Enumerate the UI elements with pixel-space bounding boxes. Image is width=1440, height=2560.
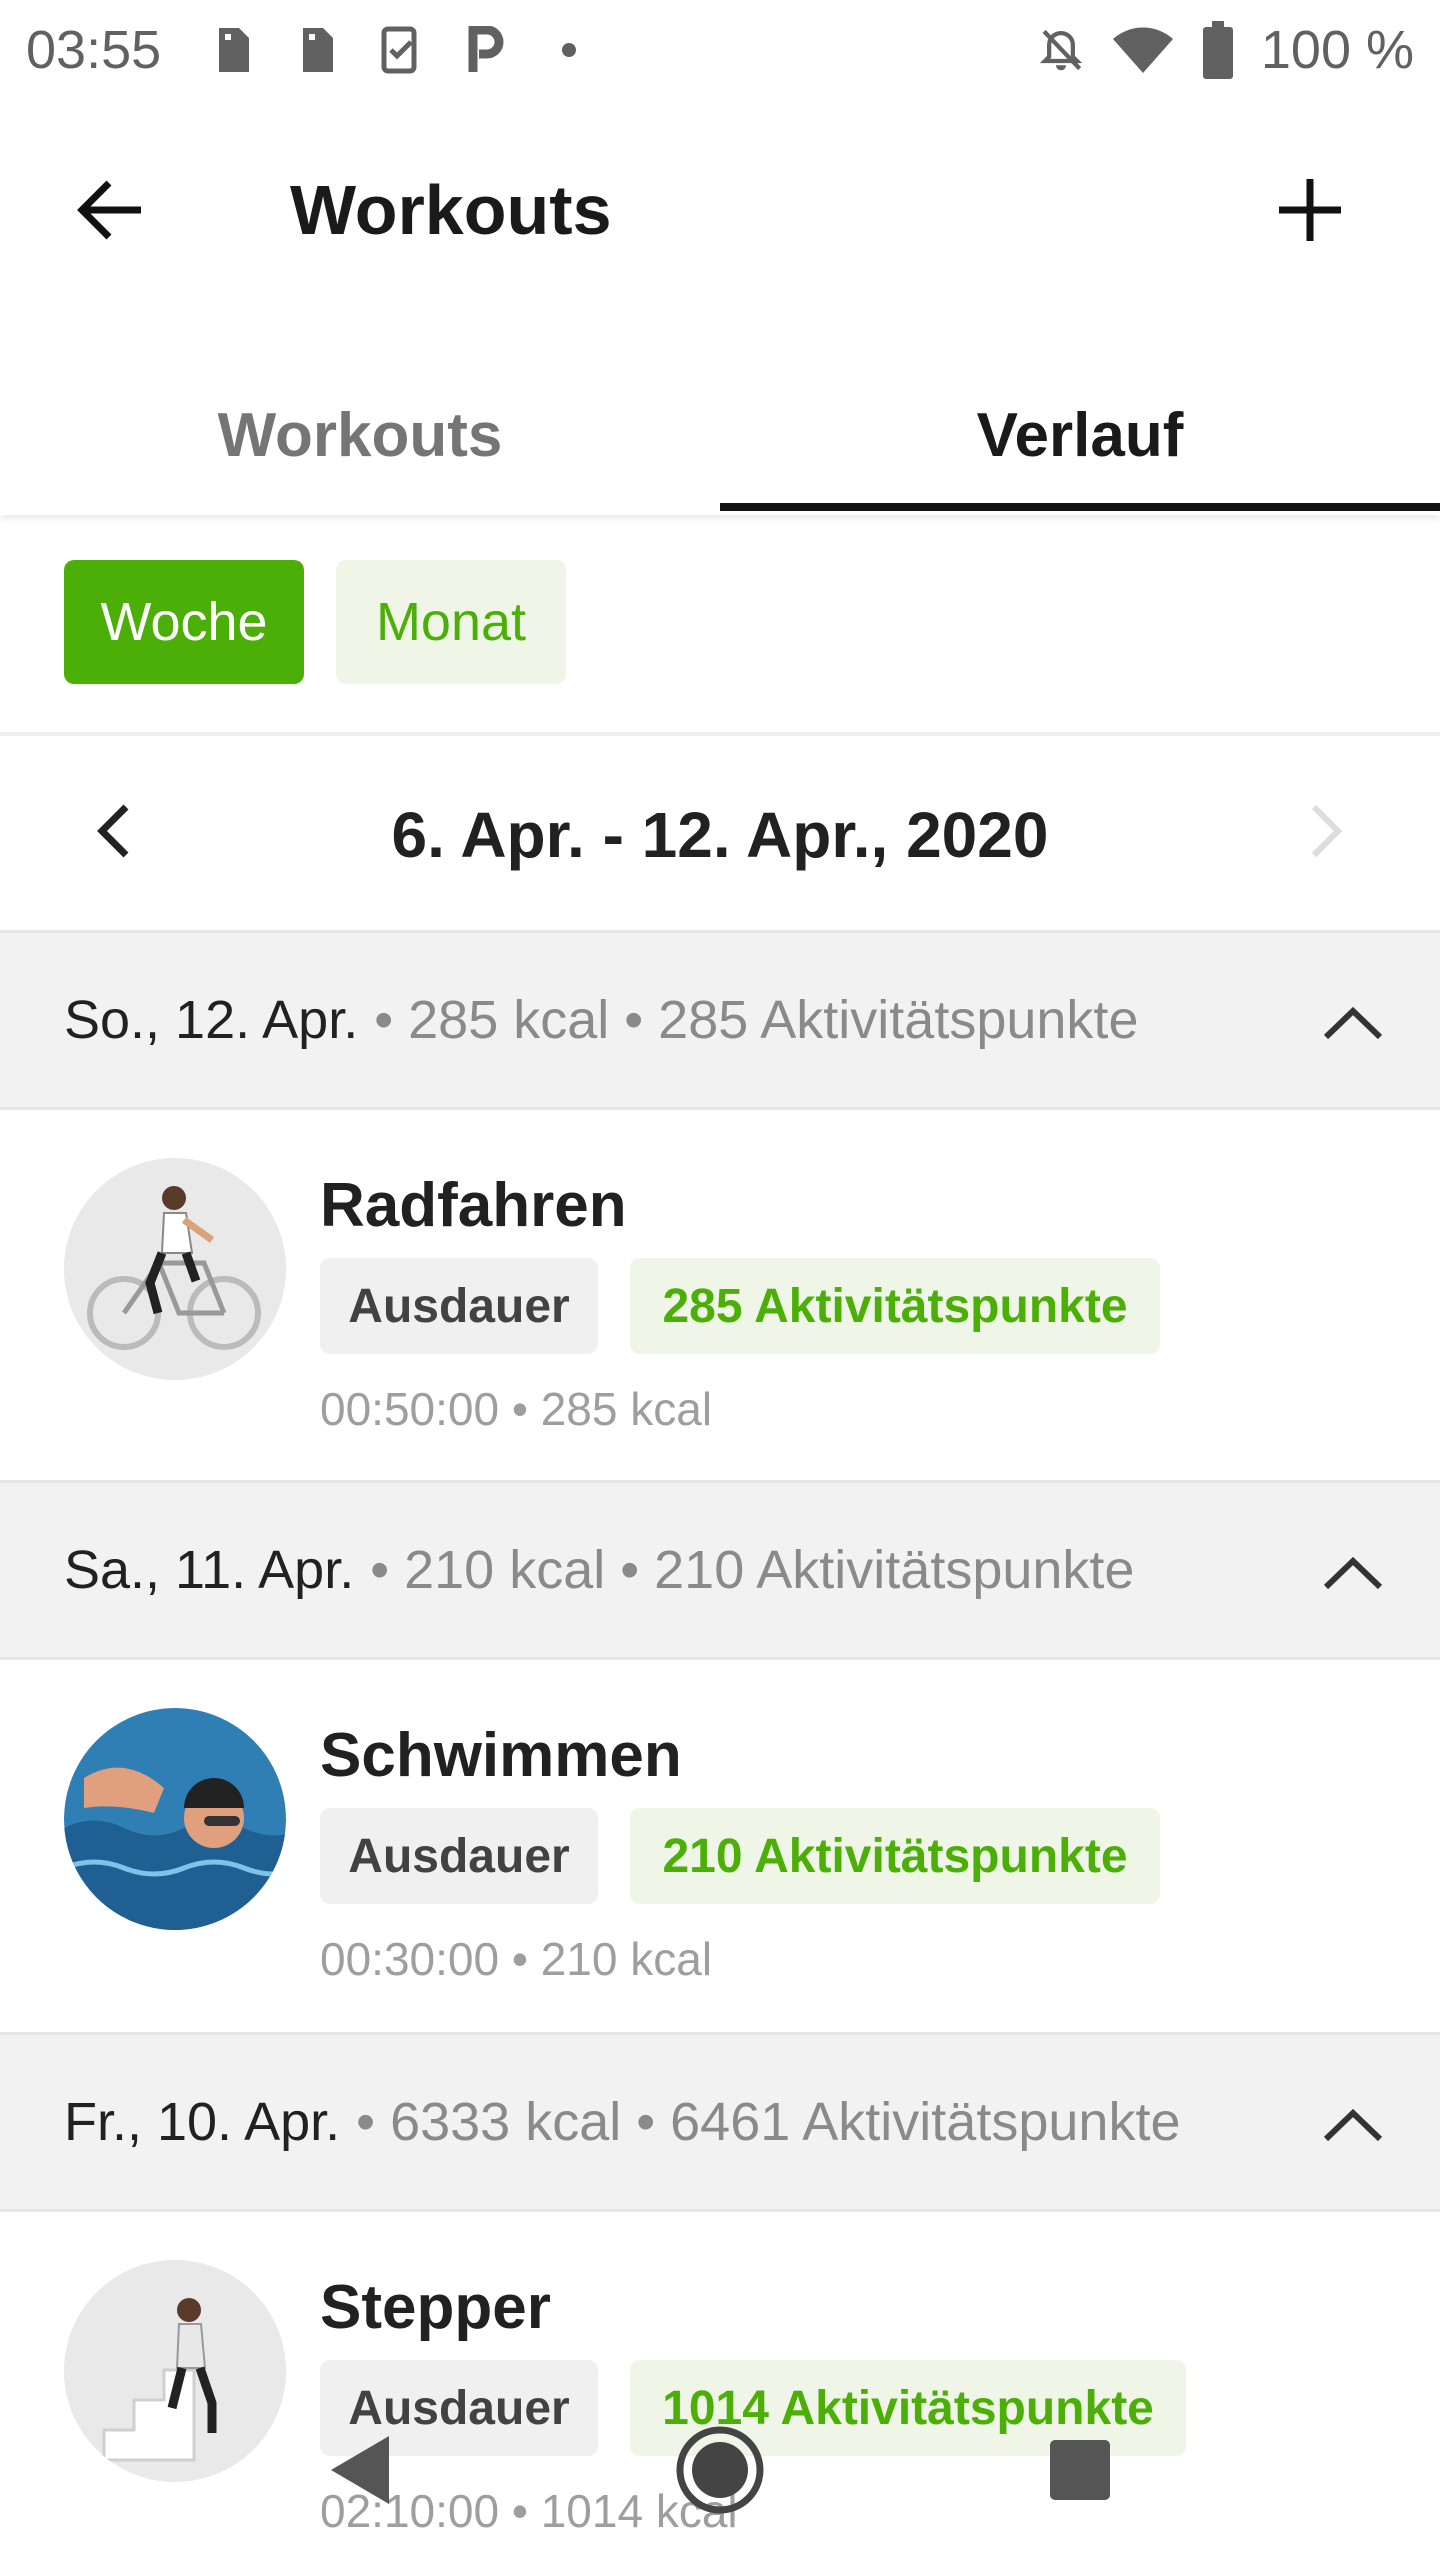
chevron-up-icon [1323,1006,1383,1040]
activity-points-tag: 210 Aktivitätspunkte [630,1808,1160,1904]
status-bar: 03:55 100 % [0,0,1440,100]
day-summary: • 6333 kcal • 6461 Aktivitätspunkte [356,2092,1181,2152]
workout-name: Radfahren [320,1171,627,1240]
status-icons-right: 100 % [1039,19,1414,81]
chevron-up-icon [1323,1556,1383,1590]
workout-name: Schwimmen [320,1721,682,1790]
workout-name: Stepper [320,2273,551,2342]
tab-verlauf[interactable]: Verlauf [720,360,1440,510]
tab-bar: Workouts Verlauf [0,360,1440,515]
next-week-button[interactable] [1280,786,1370,876]
filter-month-chip[interactable]: Monat [336,560,566,684]
day-date: Sa., 11. Apr. [64,1540,355,1600]
chevron-right-icon [1311,804,1343,858]
chevron-up-icon [1323,2108,1383,2142]
tab-workouts[interactable]: Workouts [0,360,720,510]
nav-back-button[interactable] [300,2410,420,2530]
nav-recents-button[interactable] [1020,2410,1140,2530]
plus-icon [1279,179,1341,241]
day-summary: • 210 kcal • 210 Aktivitätspunkte [370,1540,1135,1600]
tab-indicator [720,503,1440,511]
parking-icon [463,24,507,76]
period-filter: Woche Monat [0,560,1440,730]
sim-icon [295,24,339,76]
day-date: So., 12. Apr. [64,990,359,1050]
date-range-label: 6. Apr. - 12. Apr., 2020 [391,799,1049,871]
battery-percent: 100 % [1260,20,1414,80]
arrow-back-icon [77,180,141,240]
workout-item[interactable]: Schwimmen Ausdauer 210 Aktivitätspunkte … [0,1660,1440,2030]
day-header[interactable]: So., 12. Apr. • 285 kcal • 285 Aktivität… [0,930,1440,1110]
workout-type-tag: Ausdauer [320,1808,598,1904]
day-header[interactable]: Sa., 11. Apr. • 210 kcal • 210 Aktivität… [0,1480,1440,1660]
day-date: Fr., 10. Apr. [64,2092,341,2152]
wifi-icon [1111,24,1175,76]
dot-icon [547,24,591,76]
date-range-nav: 6. Apr. - 12. Apr., 2020 [0,736,1440,930]
add-workout-button[interactable] [1260,160,1360,260]
notifications-off-icon [1039,24,1083,76]
day-header[interactable]: Fr., 10. Apr. • 6333 kcal • 6461 Aktivit… [0,2032,1440,2212]
page-title: Workouts [290,171,612,249]
activity-points-tag: 285 Aktivitätspunkte [630,1258,1160,1354]
workout-type-tag: Ausdauer [320,1258,598,1354]
collapse-button[interactable] [1308,978,1398,1068]
status-time: 03:55 [26,20,162,80]
workout-meta: 00:30:00 • 210 kcal [320,1933,713,1985]
circle-home-icon [676,2426,764,2514]
battery-icon [1202,21,1233,79]
workout-item[interactable]: Radfahren Ausdauer 285 Aktivitätspunkte … [0,1110,1440,1480]
back-button[interactable] [60,160,160,260]
nav-home-button[interactable] [660,2410,780,2530]
sim-icon [211,24,255,76]
collapse-button[interactable] [1308,1528,1398,1618]
triangle-back-icon [331,2436,389,2504]
swimmer-icon [64,1708,286,1930]
checklist-icon [379,24,423,76]
stepper-icon [64,2260,286,2482]
square-recents-icon [1050,2440,1110,2500]
cyclist-icon [64,1158,286,1380]
status-icons-left [211,24,591,76]
day-summary: • 285 kcal • 285 Aktivitätspunkte [374,990,1139,1050]
collapse-button[interactable] [1308,2080,1398,2170]
workout-meta: 00:50:00 • 285 kcal [320,1383,713,1435]
app-bar: Workouts [0,110,1440,310]
filter-week-chip[interactable]: Woche [64,560,304,684]
